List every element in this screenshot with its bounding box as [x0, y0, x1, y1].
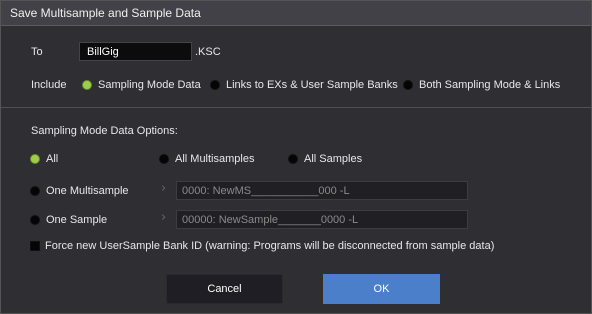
- multisample-select-field[interactable]: 0000: NewMS___________000 -L: [176, 181, 468, 200]
- radio-label: One Multisample: [46, 185, 129, 197]
- radio-label: All: [46, 153, 59, 165]
- radio-sampling-mode-data[interactable]: Sampling Mode Data: [82, 79, 201, 91]
- chevron-right-icon: ›: [161, 210, 167, 225]
- include-label: Include: [31, 79, 67, 91]
- radio-label: All Multisamples: [175, 153, 255, 165]
- radio-indicator: [30, 154, 40, 164]
- multisample-value: 0000: NewMS___________000 -L: [182, 185, 350, 197]
- cancel-button[interactable]: Cancel: [166, 274, 283, 304]
- radio-label: Sampling Mode Data: [98, 79, 201, 91]
- radio-indicator: [210, 80, 220, 90]
- radio-label: All Samples: [304, 153, 363, 165]
- dialog-title: Save Multisample and Sample Data: [10, 6, 201, 20]
- force-new-id-label: Force new UserSample Bank ID (warning: P…: [45, 240, 495, 252]
- radio-all-multisamples[interactable]: All Multisamples: [159, 153, 254, 165]
- force-new-id-checkbox[interactable]: Force new UserSample Bank ID (warning: P…: [30, 240, 494, 252]
- radio-indicator: [159, 154, 169, 164]
- radio-label: Links to EXs & User Sample Banks: [226, 79, 398, 91]
- options-heading: Sampling Mode Data Options:: [31, 125, 178, 137]
- radio-all-samples[interactable]: All Samples: [288, 153, 362, 165]
- ok-button[interactable]: OK: [323, 274, 440, 304]
- checkbox-box: [30, 241, 40, 251]
- radio-one-sample[interactable]: One Sample: [30, 214, 107, 226]
- radio-all[interactable]: All: [30, 153, 58, 165]
- radio-label: Both Sampling Mode & Links: [419, 79, 561, 91]
- filename-field[interactable]: BillGig: [79, 42, 192, 61]
- radio-indicator: [288, 154, 298, 164]
- section-divider: [1, 107, 591, 108]
- save-multisample-dialog: Save Multisample and Sample Data To Bill…: [0, 0, 592, 314]
- sample-select-field[interactable]: 00000: NewSample_______0000 -L: [176, 210, 468, 229]
- radio-indicator: [30, 215, 40, 225]
- radio-one-multisample[interactable]: One Multisample: [30, 185, 129, 197]
- title-bar: Save Multisample and Sample Data: [1, 1, 591, 26]
- chevron-right-icon: ›: [161, 181, 167, 196]
- radio-both-sampling-and-links[interactable]: Both Sampling Mode & Links: [403, 79, 560, 91]
- filename-value: BillGig: [87, 46, 119, 58]
- sample-value: 00000: NewSample_______0000 -L: [182, 214, 359, 226]
- radio-indicator: [82, 80, 92, 90]
- radio-indicator: [30, 186, 40, 196]
- radio-indicator: [403, 80, 413, 90]
- file-extension: .KSC: [195, 46, 221, 58]
- radio-links-to-exs[interactable]: Links to EXs & User Sample Banks: [210, 79, 398, 91]
- radio-label: One Sample: [46, 214, 108, 226]
- to-label: To: [31, 46, 43, 58]
